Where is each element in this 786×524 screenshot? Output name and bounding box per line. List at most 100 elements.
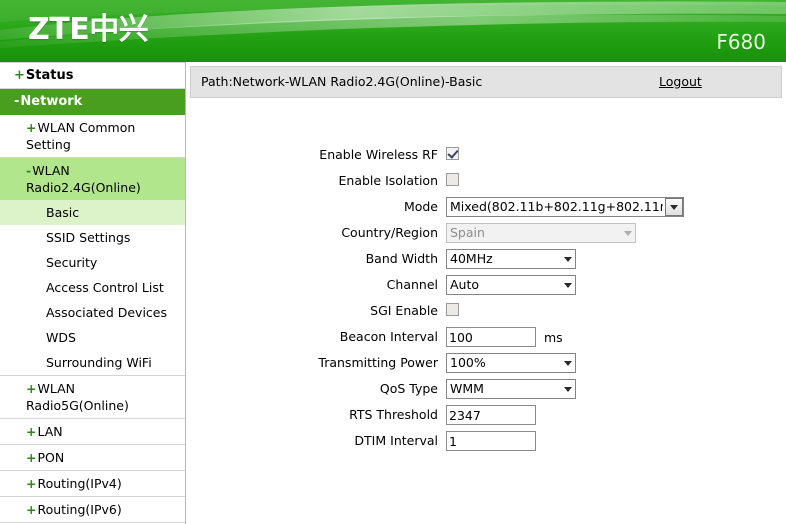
pathbar: Path:Network-WLAN Radio2.4G(Online)-Basi… — [190, 66, 782, 98]
logout-link[interactable]: Logout — [659, 74, 702, 89]
transmitting-power-select[interactable]: 100% — [446, 353, 576, 373]
control-wrap-channel: Auto — [446, 274, 576, 295]
label-dtim-interval: DTIM Interval — [354, 433, 438, 448]
sidebar-item-label: LAN — [37, 424, 63, 439]
sidebar-item-label: Associated Devices — [46, 305, 167, 320]
control-wrap-mode: Mixed(802.11b+802.11g+802.11n) — [446, 196, 684, 217]
form-row-qos-type: QoS Type WMM — [186, 378, 786, 404]
sidebar-item-wlan-common-setting[interactable]: +WLAN Common Setting — [0, 115, 185, 158]
app-banner: ZTE中兴 F680 — [0, 0, 786, 62]
control-wrap-rts-threshold — [446, 404, 536, 425]
expand-icon: + — [26, 502, 37, 517]
channel-selected-value: Auto — [450, 278, 480, 292]
mode-select[interactable]: Mixed(802.11b+802.11g+802.11n) — [446, 197, 684, 217]
sidebar-item-routingipv4[interactable]: +Routing(IPv4) — [0, 471, 185, 497]
form-row-channel: Channel Auto — [186, 274, 786, 300]
qos-type-selected-value: WMM — [450, 382, 484, 396]
control-wrap-qos-type: WMM — [446, 378, 576, 399]
control-wrap-country-region: Spain — [446, 222, 636, 243]
transmitting-power-selected-value: 100% — [450, 356, 486, 370]
wireless-basic-form: Enable Wireless RF Enable Isolation Mode Mi… — [186, 144, 786, 456]
collapse-icon: - — [14, 94, 20, 109]
sidebar-item-label: SSID Settings — [46, 230, 131, 245]
form-row-enable-isolation: Enable Isolation — [186, 170, 786, 196]
control-wrap-band-width: 40MHz — [446, 248, 576, 269]
label-mode: Mode — [403, 199, 438, 214]
sidebar-item-label: Surrounding WiFi — [46, 355, 152, 370]
control-wrap-beacon-interval: ms — [446, 326, 563, 347]
label-band-width: Band Width — [365, 251, 438, 266]
label-qos-type: QoS Type — [379, 381, 438, 396]
label-sgi-enable: SGI Enable — [370, 303, 438, 318]
sidebar-item-status[interactable]: +Status — [0, 63, 185, 89]
country-region-select: Spain — [446, 223, 636, 243]
router-admin-page: ZTE中兴 F680 +Status -Network +WLAN Common S… — [0, 0, 786, 524]
main-area: +Status -Network +WLAN Common Setting -WLAN… — [0, 62, 786, 524]
sidebar: +Status -Network +WLAN Common Setting -WLAN… — [0, 62, 186, 524]
chevron-down-icon — [564, 283, 572, 288]
sidebar-item-label: WDS — [46, 330, 76, 345]
chevron-down-icon — [564, 387, 572, 392]
form-row-sgi-enable: SGI Enable — [186, 300, 786, 326]
sidebar-item-label: Security — [46, 255, 98, 270]
band-width-selected-value: 40MHz — [450, 252, 493, 266]
chevron-down-icon — [670, 205, 678, 210]
label-channel: Channel — [386, 277, 438, 292]
sidebar-item-surrounding-wifi[interactable]: Surrounding WiFi — [0, 350, 185, 376]
sidebar-item-label: Access Control List — [46, 280, 164, 295]
sidebar-item-basic[interactable]: Basic — [0, 200, 185, 225]
expand-icon: + — [26, 381, 37, 396]
sidebar-item-associated-devices[interactable]: Associated Devices — [0, 300, 185, 325]
form-row-band-width: Band Width 40MHz — [186, 248, 786, 274]
sidebar-item-wds[interactable]: WDS — [0, 325, 185, 350]
expand-icon: + — [26, 450, 37, 465]
dtim-interval-input[interactable] — [446, 431, 536, 451]
enable-isolation-checkbox[interactable] — [446, 173, 459, 186]
chevron-down-icon — [624, 231, 632, 236]
channel-select[interactable]: Auto — [446, 275, 576, 295]
mode-selected-value: Mixed(802.11b+802.11g+802.11n) — [450, 200, 663, 214]
control-wrap-enable-isolation — [446, 170, 459, 186]
form-row-enable-wireless-rf: Enable Wireless RF — [186, 144, 786, 170]
beacon-interval-unit: ms — [544, 330, 563, 345]
chevron-down-icon — [564, 361, 572, 366]
sidebar-menu: +Status -Network +WLAN Common Setting -WLAN… — [0, 62, 185, 524]
sidebar-item-label: Routing(IPv4) — [37, 476, 122, 491]
sidebar-item-routingipv6[interactable]: +Routing(IPv6) — [0, 497, 185, 523]
beacon-interval-input[interactable] — [446, 327, 536, 347]
collapse-icon: - — [26, 163, 32, 178]
label-beacon-interval: Beacon Interval — [339, 329, 438, 344]
sidebar-item-pon[interactable]: +PON — [0, 445, 185, 471]
expand-icon: + — [26, 476, 37, 491]
sgi-enable-checkbox[interactable] — [446, 303, 459, 316]
sidebar-item-label: PON — [37, 450, 65, 465]
qos-type-select[interactable]: WMM — [446, 379, 576, 399]
form-row-mode: Mode Mixed(802.11b+802.11g+802.11n) — [186, 196, 786, 222]
sidebar-item-network[interactable]: -Network — [0, 89, 185, 115]
chevron-down-icon — [564, 257, 572, 262]
enable-wireless-rf-checkbox[interactable] — [446, 147, 459, 160]
sidebar-item-wlan-radio24gonline[interactable]: -WLAN Radio2.4G(Online) — [0, 158, 185, 200]
control-wrap-sgi-enable — [446, 300, 459, 316]
form-row-beacon-interval: Beacon Interval ms — [186, 326, 786, 352]
control-wrap-enable-wireless-rf — [446, 144, 459, 160]
label-enable-wireless-rf: Enable Wireless RF — [319, 147, 438, 162]
control-wrap-transmitting-power: 100% — [446, 352, 576, 373]
expand-icon: + — [26, 120, 37, 135]
expand-icon: + — [26, 424, 37, 439]
country-region-selected-value: Spain — [450, 226, 485, 240]
rts-threshold-input[interactable] — [446, 405, 536, 425]
sidebar-item-lan[interactable]: +LAN — [0, 419, 185, 445]
band-width-select[interactable]: 40MHz — [446, 249, 576, 269]
label-enable-isolation: Enable Isolation — [338, 173, 438, 188]
sidebar-item-wlan-radio5gonline[interactable]: +WLAN Radio5G(Online) — [0, 376, 185, 419]
sidebar-item-label: Routing(IPv6) — [37, 502, 122, 517]
label-rts-threshold: RTS Threshold — [349, 407, 438, 422]
form-row-country-region: Country/Region Spain — [186, 222, 786, 248]
sidebar-item-label: WLAN Radio5G(Online) — [26, 381, 129, 413]
content-panel: Path:Network-WLAN Radio2.4G(Online)-Basi… — [186, 62, 786, 524]
sidebar-item-ssid-settings[interactable]: SSID Settings — [0, 225, 185, 250]
sidebar-item-security[interactable]: Security — [0, 250, 185, 275]
expand-icon: + — [14, 68, 25, 83]
sidebar-item-access-control-list[interactable]: Access Control List — [0, 275, 185, 300]
